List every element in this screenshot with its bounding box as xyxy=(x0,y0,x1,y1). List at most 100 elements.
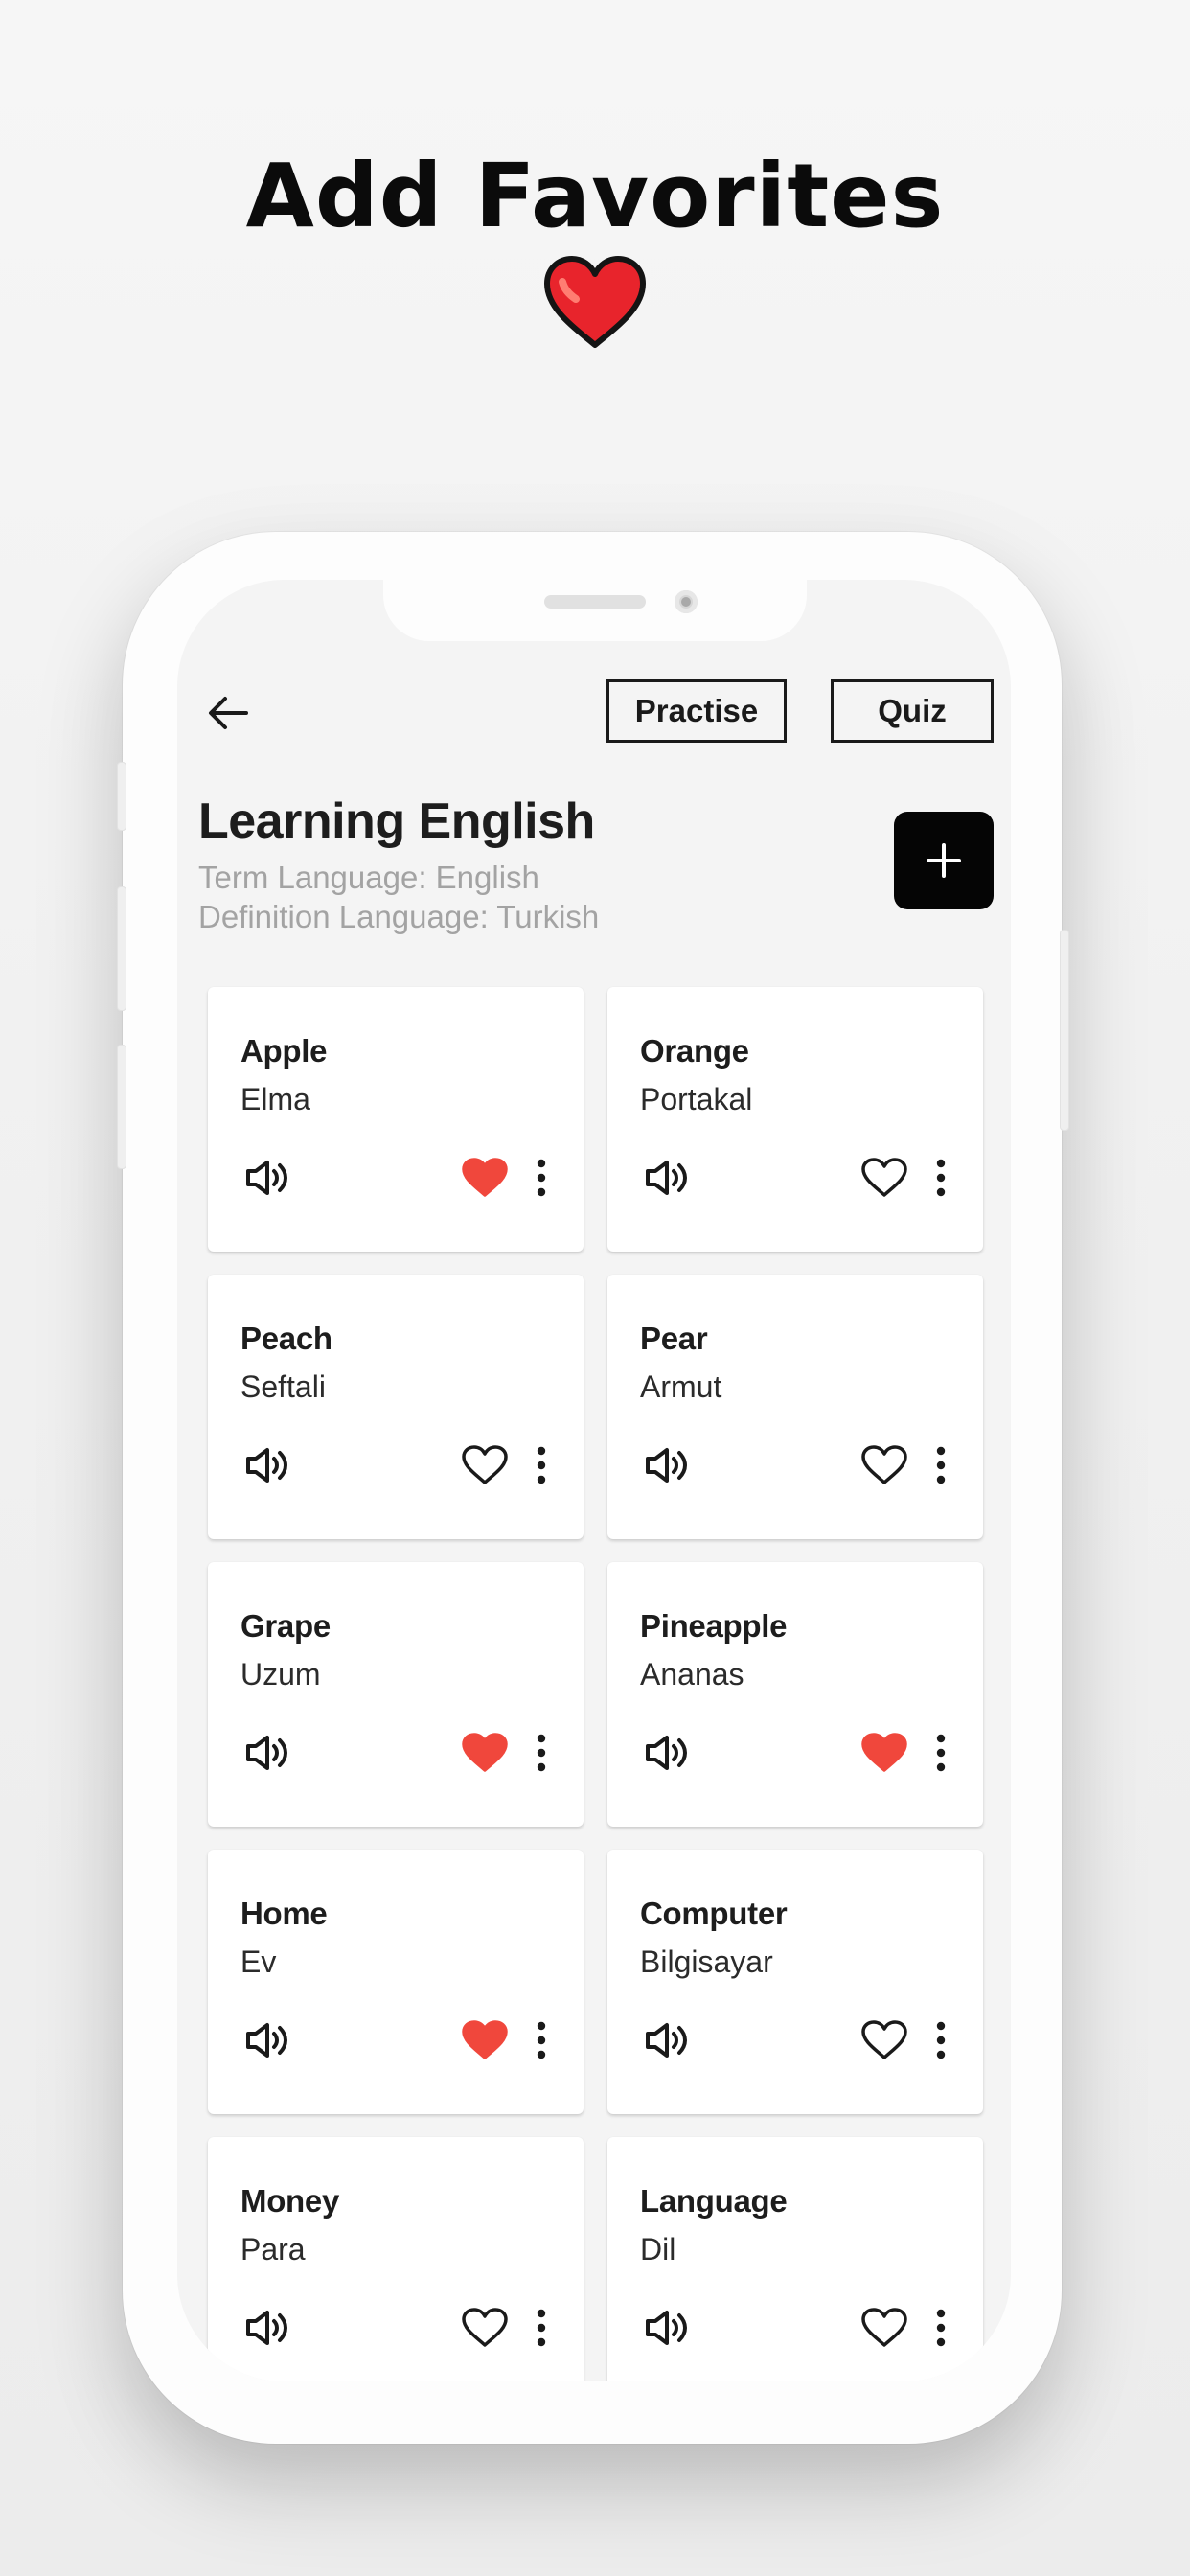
card-definition: Ananas xyxy=(640,1657,744,1691)
term-card[interactable]: Grape Uzum xyxy=(208,1562,584,1827)
card-term: Computer xyxy=(640,1896,788,1931)
card-more-button[interactable] xyxy=(530,1727,553,1779)
card-term: Home xyxy=(240,1896,328,1931)
favorite-toggle[interactable] xyxy=(858,2302,910,2354)
card-more-button[interactable] xyxy=(929,2302,952,2354)
more-vertical-icon xyxy=(537,1159,546,1197)
favorite-toggle[interactable] xyxy=(858,1439,910,1491)
arrow-left-icon xyxy=(209,697,248,729)
favorite-toggle[interactable] xyxy=(459,1439,511,1491)
phone-power-button xyxy=(1060,930,1069,1131)
more-vertical-icon xyxy=(537,2309,546,2347)
earpiece-speaker xyxy=(544,595,646,609)
card-term: Apple xyxy=(240,1033,328,1069)
favorite-toggle[interactable] xyxy=(858,1152,910,1204)
card-definition: Uzum xyxy=(240,1657,321,1691)
card-term: Pear xyxy=(640,1321,708,1356)
pronounce-button[interactable] xyxy=(642,1152,692,1204)
card-definition: Ev xyxy=(240,1944,277,1979)
card-term: Grape xyxy=(240,1608,331,1644)
practise-button[interactable]: Practise xyxy=(606,679,787,743)
card-term: Pineapple xyxy=(640,1608,788,1644)
phone-frame: Practise Quiz Learning English Term Lang… xyxy=(117,532,1069,2444)
card-term: Language xyxy=(640,2183,788,2219)
term-card[interactable]: Home Ev xyxy=(208,1850,584,2114)
more-vertical-icon xyxy=(936,2309,946,2347)
quiz-button[interactable]: Quiz xyxy=(831,679,994,743)
card-term: Peach xyxy=(240,1321,332,1356)
speaker-icon xyxy=(246,2023,287,2058)
heart-emoji-icon xyxy=(544,256,646,349)
heart-filled-icon xyxy=(462,2020,508,2059)
card-term: Money xyxy=(240,2183,340,2219)
speaker-icon xyxy=(646,2023,687,2058)
speaker-icon xyxy=(646,1448,687,1483)
pronounce-button[interactable] xyxy=(242,1439,292,1491)
more-vertical-icon xyxy=(537,1734,546,1772)
card-definition: Portakal xyxy=(640,1082,753,1116)
card-more-button[interactable] xyxy=(929,1439,952,1491)
term-card[interactable]: Language Dil xyxy=(607,2137,983,2381)
term-language-label: Term Language: English xyxy=(198,860,539,895)
speaker-icon xyxy=(246,1161,287,1195)
more-vertical-icon xyxy=(537,1446,546,1484)
definition-language-label: Definition Language: Turkish xyxy=(198,899,600,934)
term-card[interactable]: Pineapple Ananas xyxy=(607,1562,983,1827)
promo-title: Add Favorites xyxy=(245,145,945,247)
pronounce-button[interactable] xyxy=(242,2014,292,2066)
heart-filled-icon xyxy=(861,1733,907,1772)
plus-icon xyxy=(927,843,961,878)
pronounce-button[interactable] xyxy=(642,2302,692,2354)
page-title: Learning English xyxy=(198,794,595,849)
favorite-toggle[interactable] xyxy=(459,2302,511,2354)
more-vertical-icon xyxy=(936,2021,946,2059)
speaker-icon xyxy=(646,1161,687,1195)
card-more-button[interactable] xyxy=(929,1152,952,1204)
term-card[interactable]: Orange Portakal xyxy=(607,987,983,1252)
heart-outline-icon xyxy=(861,2020,907,2059)
card-definition: Armut xyxy=(640,1369,722,1404)
card-more-button[interactable] xyxy=(530,1152,553,1204)
promo-header: Add Favorites xyxy=(0,144,1190,351)
heart-outline-icon xyxy=(861,2308,907,2347)
heart-outline-icon xyxy=(462,2308,508,2347)
card-definition: Bilgisayar xyxy=(640,1944,773,1979)
pronounce-button[interactable] xyxy=(642,1439,692,1491)
speaker-icon xyxy=(646,2311,687,2345)
pronounce-button[interactable] xyxy=(242,1152,292,1204)
card-more-button[interactable] xyxy=(530,2014,553,2066)
favorite-toggle[interactable] xyxy=(858,1727,910,1779)
back-button[interactable] xyxy=(204,689,252,737)
card-more-button[interactable] xyxy=(530,1439,553,1491)
card-definition: Seftali xyxy=(240,1369,326,1404)
phone-volume-down xyxy=(117,1045,126,1169)
more-vertical-icon xyxy=(537,2021,546,2059)
term-card[interactable]: Peach Seftali xyxy=(208,1275,584,1539)
card-more-button[interactable] xyxy=(929,1727,952,1779)
term-card[interactable]: Pear Armut xyxy=(607,1275,983,1539)
pronounce-button[interactable] xyxy=(642,1727,692,1779)
favorite-toggle[interactable] xyxy=(459,1727,511,1779)
app-screen: Practise Quiz Learning English Term Lang… xyxy=(177,580,1011,2381)
pronounce-button[interactable] xyxy=(642,2014,692,2066)
card-more-button[interactable] xyxy=(929,2014,952,2066)
phone-notch xyxy=(383,580,807,641)
term-card[interactable]: Computer Bilgisayar xyxy=(607,1850,983,2114)
pronounce-button[interactable] xyxy=(242,2302,292,2354)
card-more-button[interactable] xyxy=(530,2302,553,2354)
term-card[interactable]: Money Para xyxy=(208,2137,584,2381)
favorite-toggle[interactable] xyxy=(459,2014,511,2066)
heart-outline-icon xyxy=(861,1445,907,1484)
favorite-toggle[interactable] xyxy=(858,2014,910,2066)
heart-filled-icon xyxy=(462,1733,508,1772)
speaker-icon xyxy=(646,1736,687,1770)
pronounce-button[interactable] xyxy=(242,1727,292,1779)
add-term-button[interactable] xyxy=(894,812,994,909)
more-vertical-icon xyxy=(936,1159,946,1197)
card-definition: Elma xyxy=(240,1082,310,1116)
speaker-icon xyxy=(246,1736,287,1770)
term-card[interactable]: Apple Elma xyxy=(208,987,584,1252)
front-camera xyxy=(675,590,698,613)
speaker-icon xyxy=(246,1448,287,1483)
favorite-toggle[interactable] xyxy=(459,1152,511,1204)
